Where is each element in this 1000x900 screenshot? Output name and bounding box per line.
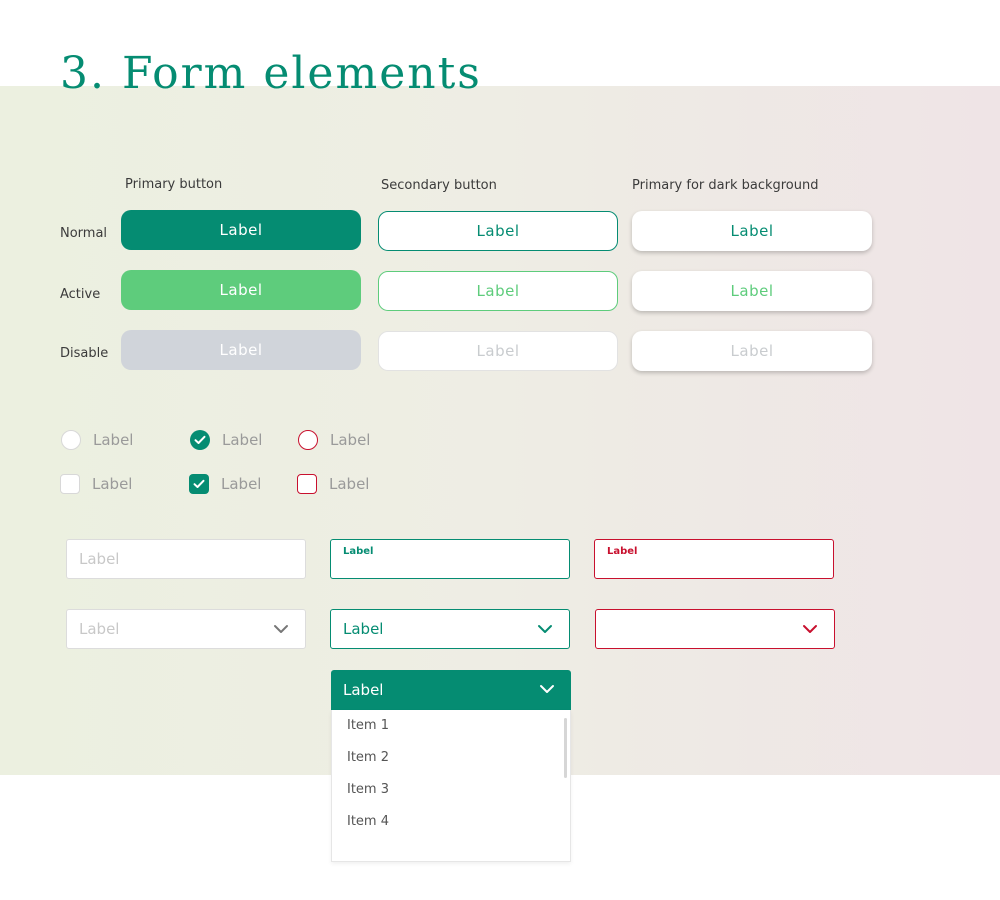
input-float-label: Label	[343, 546, 374, 557]
secondary-button-disabled[interactable]: Label	[378, 331, 618, 371]
dark-bg-button-disabled[interactable]: Label	[632, 331, 872, 371]
column-header-secondary: Secondary button	[381, 178, 497, 193]
button-label: Label	[219, 221, 263, 239]
scrollbar[interactable]	[564, 718, 567, 778]
checkbox-label: Label	[221, 475, 262, 493]
checkbox-box[interactable]	[297, 474, 317, 494]
checkbox-unchecked[interactable]: Label	[60, 474, 132, 494]
chevron-down-icon	[538, 625, 552, 633]
input-placeholder: Label	[79, 550, 120, 568]
radio-label: Label	[93, 431, 134, 449]
dropdown-item[interactable]: Item 1	[347, 718, 389, 733]
button-label: Label	[476, 282, 520, 300]
text-input-error[interactable]: Label	[594, 539, 834, 579]
checkbox-checked[interactable]: Label	[189, 474, 261, 494]
row-label-disable: Disable	[60, 346, 109, 361]
radio-label: Label	[222, 431, 263, 449]
select-open[interactable]: Label	[331, 670, 571, 710]
column-header-primary: Primary button	[125, 177, 223, 192]
checkmark-icon	[194, 435, 206, 444]
radio-circle[interactable]	[190, 430, 210, 450]
button-label: Label	[476, 222, 520, 240]
button-label: Label	[219, 341, 263, 359]
checkbox-label: Label	[92, 475, 133, 493]
select-error[interactable]	[595, 609, 835, 649]
radio-error[interactable]: Label	[298, 430, 370, 450]
checkbox-box[interactable]	[189, 474, 209, 494]
primary-button-active[interactable]: Label	[121, 270, 361, 310]
button-label: Label	[476, 342, 520, 360]
checkbox-box[interactable]	[60, 474, 80, 494]
dropdown-item[interactable]: Item 3	[347, 782, 389, 797]
primary-button-disabled[interactable]: Label	[121, 330, 361, 370]
select-default[interactable]: Label	[66, 609, 306, 649]
column-header-dark-background: Primary for dark background	[632, 178, 819, 193]
dropdown-item[interactable]: Item 2	[347, 750, 389, 765]
row-label-active: Active	[60, 287, 101, 302]
radio-unchecked[interactable]: Label	[61, 430, 133, 450]
button-label: Label	[219, 281, 263, 299]
radio-circle[interactable]	[298, 430, 318, 450]
dark-bg-button-active[interactable]: Label	[632, 271, 872, 311]
checkbox-label: Label	[329, 475, 370, 493]
primary-button-normal[interactable]: Label	[121, 210, 361, 250]
page-title: 3. Form elements	[60, 48, 482, 99]
row-label-normal: Normal	[60, 226, 108, 241]
chevron-down-icon	[803, 625, 817, 633]
select-value: Label	[343, 681, 384, 699]
button-label: Label	[730, 342, 774, 360]
radio-circle[interactable]	[61, 430, 81, 450]
button-label: Label	[730, 222, 774, 240]
radio-checked[interactable]: Label	[190, 430, 262, 450]
text-input-focus[interactable]: Label	[330, 539, 570, 579]
chevron-down-icon	[540, 685, 554, 693]
dark-bg-button-normal[interactable]: Label	[632, 211, 872, 251]
input-float-label: Label	[607, 546, 638, 557]
dropdown-list: Item 1 Item 2 Item 3 Item 4	[331, 710, 571, 862]
radio-label: Label	[330, 431, 371, 449]
secondary-button-active[interactable]: Label	[378, 271, 618, 311]
text-input-default[interactable]: Label	[66, 539, 306, 579]
button-label: Label	[730, 282, 774, 300]
select-value: Label	[343, 620, 384, 638]
chevron-down-icon	[274, 625, 288, 633]
select-focus[interactable]: Label	[330, 609, 570, 649]
secondary-button-normal[interactable]: Label	[378, 211, 618, 251]
checkmark-icon	[193, 479, 205, 488]
dropdown-item[interactable]: Item 4	[347, 814, 389, 829]
select-placeholder: Label	[79, 620, 120, 638]
checkbox-error[interactable]: Label	[297, 474, 369, 494]
